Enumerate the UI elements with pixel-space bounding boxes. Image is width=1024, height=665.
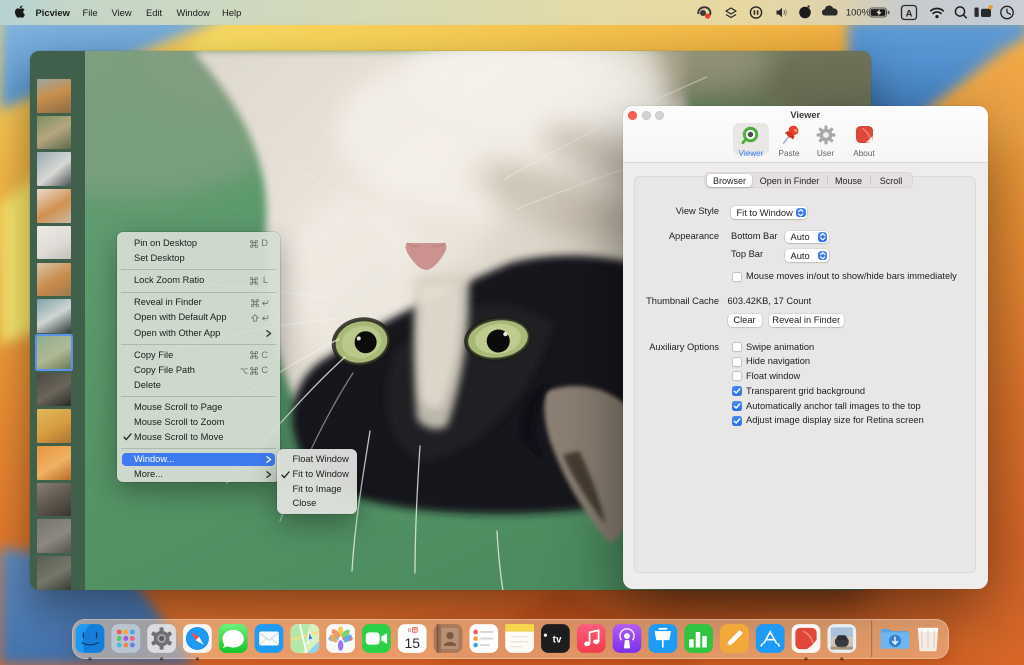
svg-text:15: 15 [404, 635, 420, 651]
svg-text:100%: 100% [846, 8, 871, 19]
svg-text:A: A [906, 9, 913, 20]
svg-text:tv: tv [553, 635, 562, 646]
svg-text:8: 8 [408, 628, 411, 634]
